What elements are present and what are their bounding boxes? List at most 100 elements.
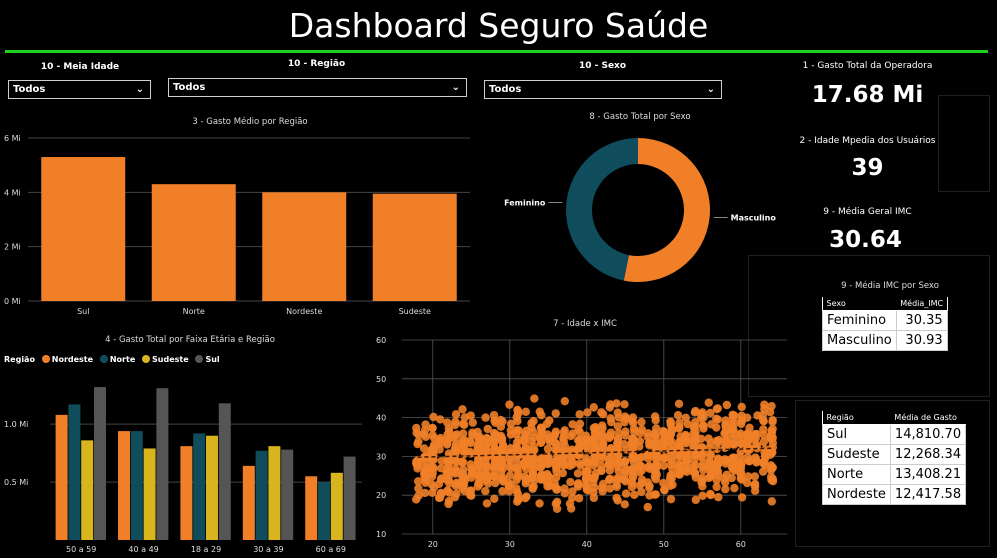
scatter-point [750,436,759,445]
bar [372,193,457,301]
scatter-point [490,416,499,425]
scatter-point [490,444,500,453]
scatter-point [522,426,531,436]
slicer-region-value: Todos [173,82,206,93]
scatter-point [606,414,615,423]
chart-scatter: 10 20 30 40 50 60 20 30 40 50 60 [376,336,787,549]
scatter-point [613,496,622,505]
scatter-point [727,424,737,434]
slicer-region-dropdown[interactable]: Todos ⌄ [168,78,467,97]
x-tick-label: 50 a 59 [66,545,96,554]
scatter-point [566,504,576,513]
scatter-point [721,484,730,494]
scatter-point [706,468,716,478]
scatter-point [451,442,460,452]
scatter-point [496,474,506,484]
legend-item-sul[interactable]: Sul [205,355,219,364]
scatter-point [590,483,599,492]
table-row: Sul 14,810.70 [822,424,967,445]
scatter-point [452,489,461,498]
scatter-point [506,430,516,439]
scatter-point [566,477,575,487]
table-header: Sexo Média_IMC [822,297,948,311]
scatter-point [645,464,654,473]
scatter-point [691,495,700,505]
cell-imc: 30.93 [895,330,948,351]
scatter-point [513,409,523,418]
scatter-point [498,417,507,426]
scatter-point [589,423,598,433]
bar [193,433,206,540]
legend-item-sudeste[interactable]: Sudeste [152,355,189,364]
scatter-point [458,438,468,447]
slicer-sex-dropdown[interactable]: Todos ⌄ [484,80,722,99]
x-tick-label: 30 a 39 [253,545,283,554]
y-tick-label: 10 [376,530,386,539]
scatter-point [768,474,777,483]
scatter-point [704,434,713,443]
cell-sexo: Feminino [822,310,897,331]
scatter-point [604,461,613,470]
scatter-point [606,432,615,441]
scatter-point [581,435,590,444]
chevron-down-icon: ⌄ [135,84,144,95]
legend-item-norte[interactable]: Norte [110,355,135,364]
scatter-point [606,475,615,484]
scatter-point [468,430,477,440]
y-tick-label: 4 Mi [4,188,21,197]
scatter-point [542,419,552,429]
scatter-point [512,463,522,472]
scatter-point [429,483,439,492]
scatter-point [691,437,701,446]
scatter-point [712,475,721,485]
scatter-point [630,490,639,500]
scatter-point [597,408,606,417]
scatter-point [713,404,722,413]
scatter-point [714,493,723,502]
scatter-point [750,472,760,481]
slicer-sex-value: Todos [489,84,522,95]
scatter-point [553,484,562,494]
x-tick-label: Norte [183,307,205,316]
col-header-media-gasto[interactable]: Média de Gasto [890,411,966,425]
scatter-point [768,448,777,457]
scatter-point [521,460,530,469]
chart-region-avg-title: 3 - Gasto Médio por Região [192,117,308,127]
slicer-age-dropdown[interactable]: Todos ⌄ [8,80,151,99]
scatter-point [521,452,530,461]
scatter-point [699,413,708,422]
scatter-point [768,433,777,442]
scatter-point [588,473,598,483]
scatter-point [699,424,708,433]
col-header-sexo[interactable]: Sexo [822,297,897,311]
bar [268,446,281,540]
scatter-point [627,439,636,449]
scatter-point [591,452,600,461]
bar [330,472,343,540]
scatter-point [429,412,438,422]
cell-gasto: 12,417.58 [889,484,967,505]
x-tick-label: 18 a 29 [191,545,221,554]
scatter-point [582,482,591,492]
scatter-point [630,452,639,462]
scatter-point [628,413,638,422]
scatter-point [489,465,499,474]
chart-age-region-legend: Região Nordeste Norte Sudeste Sul [4,355,220,364]
scatter-point [574,425,583,434]
card-age-label: 2 - Idade Mpedia dos Usuários [799,136,936,146]
col-header-media-imc[interactable]: Média_IMC [896,297,948,311]
scatter-point [651,439,661,448]
scatter-point [652,470,662,479]
scatter-point [620,500,630,509]
scatter-point [429,464,438,473]
col-header-regiao[interactable]: Região [822,411,891,425]
scatter-point [543,444,553,453]
scatter-point [681,456,691,466]
card-total-label: 1 - Gasto Total da Operadora [802,61,933,71]
x-tick-label: 60 [736,540,746,549]
scatter-point [513,472,523,481]
scatter-point [667,457,677,466]
cell-regiao: Sul [822,424,891,445]
legend-item-nordeste[interactable]: Nordeste [52,355,93,364]
donut-slice [566,138,638,281]
